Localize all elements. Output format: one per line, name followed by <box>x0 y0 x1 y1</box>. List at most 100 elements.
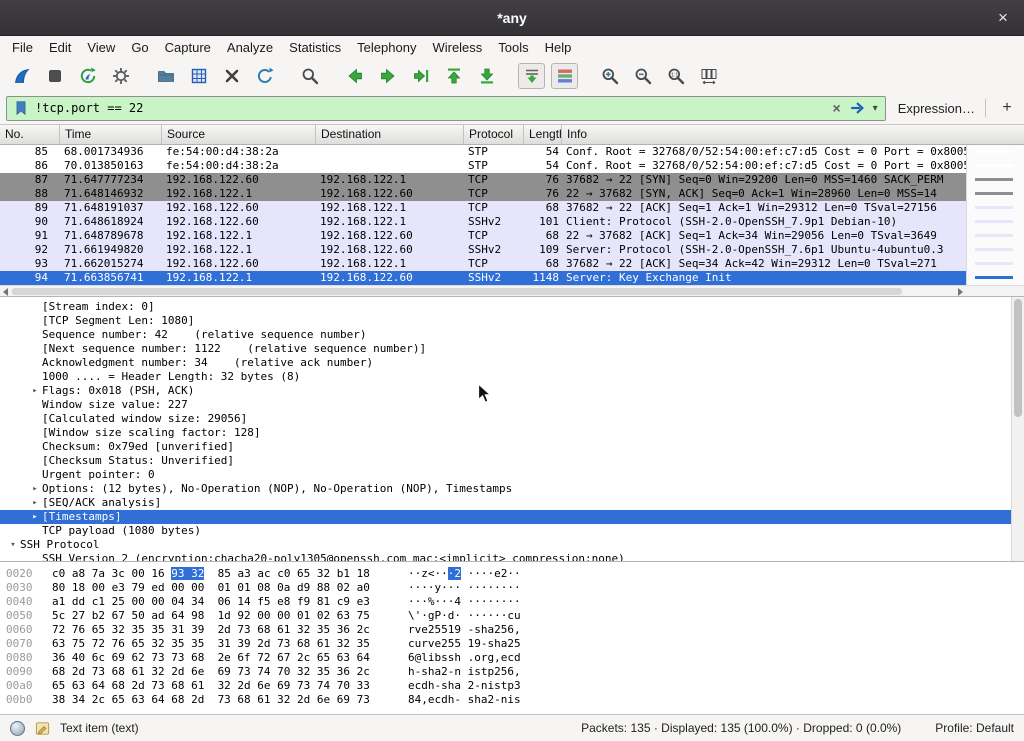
detail-line[interactable]: [Calculated window size: 29056] <box>0 412 1024 426</box>
menu-wireless[interactable]: Wireless <box>424 37 490 58</box>
detail-line[interactable]: SSH Version 2 (encryption:chacha20-poly1… <box>0 552 1024 561</box>
detail-line[interactable]: [Next sequence number: 1122 (relative se… <box>0 342 1024 356</box>
column-header-no[interactable]: No. <box>0 125 60 144</box>
reload-file-button[interactable] <box>251 63 278 89</box>
detail-line[interactable]: ▾SSH Protocol <box>0 538 1024 552</box>
hex-row-0090[interactable]: 009068 2d 73 68 61 32 2d 6e 69 73 74 70 … <box>6 665 1024 679</box>
stop-capture-button[interactable] <box>41 63 68 89</box>
packet-row-91[interactable]: 9171.648789678192.168.122.1192.168.122.6… <box>0 229 966 243</box>
menu-help[interactable]: Help <box>537 37 580 58</box>
packet-row-89[interactable]: 8971.648191037192.168.122.60192.168.122.… <box>0 201 966 215</box>
hscroll-thumb[interactable] <box>12 288 902 295</box>
hex-row-0080[interactable]: 008036 40 6c 69 62 73 73 68 2e 6f 72 67 … <box>6 651 1024 665</box>
packet-row-90[interactable]: 9071.648618924192.168.122.60192.168.122.… <box>0 215 966 229</box>
filter-input[interactable] <box>35 101 825 115</box>
go-to-top-button[interactable] <box>440 63 467 89</box>
detail-scroll-thumb[interactable] <box>1014 299 1022 417</box>
menu-analyze[interactable]: Analyze <box>219 37 281 58</box>
hex-row-00a0[interactable]: 00a065 63 64 68 2d 73 68 61 32 2d 6e 69 … <box>6 679 1024 693</box>
packet-row-94[interactable]: 9471.663856741192.168.122.1192.168.122.6… <box>0 271 966 285</box>
column-header-source[interactable]: Source <box>162 125 316 144</box>
hex-row-0070[interactable]: 007063 75 72 76 65 32 35 35 31 39 2d 73 … <box>6 637 1024 651</box>
detail-line[interactable]: Window size value: 227 <box>0 398 1024 412</box>
packet-row-86[interactable]: 8670.013850163fe:54:00:d4:38:2aSTP54Conf… <box>0 159 966 173</box>
display-filter-field[interactable]: × ▾ <box>6 96 886 121</box>
go-forward-button[interactable] <box>374 63 401 89</box>
detail-line[interactable]: TCP payload (1080 bytes) <box>0 524 1024 538</box>
hscroll-right-icon[interactable] <box>958 288 963 296</box>
detail-line[interactable]: 1000 .... = Header Length: 32 bytes (8) <box>0 370 1024 384</box>
detail-line[interactable]: ▸[SEQ/ACK analysis] <box>0 496 1024 510</box>
find-packet-button[interactable] <box>296 63 323 89</box>
detail-line[interactable]: Acknowledgment number: 34 (relative ack … <box>0 356 1024 370</box>
packet-row-92[interactable]: 9271.661949820192.168.122.1192.168.122.6… <box>0 243 966 257</box>
save-file-button[interactable] <box>185 63 212 89</box>
auto-scroll-button[interactable] <box>518 63 545 89</box>
add-filter-button[interactable]: + <box>996 97 1018 119</box>
detail-line[interactable]: [TCP Segment Len: 1080] <box>0 314 1024 328</box>
menu-statistics[interactable]: Statistics <box>281 37 349 58</box>
hex-row-00b0[interactable]: 00b038 34 2c 65 63 64 68 2d 73 68 61 32 … <box>6 693 1024 707</box>
column-header-length[interactable]: Length <box>524 125 562 144</box>
packet-row-85[interactable]: 8568.001734936fe:54:00:d4:38:2aSTP54Conf… <box>0 145 966 159</box>
zoom-out-button[interactable] <box>629 63 656 89</box>
detail-line[interactable]: [Stream index: 0] <box>0 300 1024 314</box>
open-file-button[interactable] <box>152 63 179 89</box>
detail-line[interactable]: ▸Flags: 0x018 (PSH, ACK) <box>0 384 1024 398</box>
go-back-button[interactable] <box>341 63 368 89</box>
filter-dropdown-icon[interactable]: ▾ <box>871 103 880 114</box>
go-to-bottom-button[interactable] <box>473 63 500 89</box>
packet-row-87[interactable]: 8771.647777234192.168.122.60192.168.122.… <box>0 173 966 187</box>
packet-row-93[interactable]: 9371.662015274192.168.122.60192.168.122.… <box>0 257 966 271</box>
column-header-protocol[interactable]: Protocol <box>464 125 524 144</box>
menu-file[interactable]: File <box>4 37 41 58</box>
restart-capture-button[interactable] <box>74 63 101 89</box>
detail-line[interactable]: [Window size scaling factor: 128] <box>0 426 1024 440</box>
collapse-icon[interactable]: ▾ <box>6 538 20 552</box>
filter-clear-icon[interactable]: × <box>830 100 842 116</box>
go-to-packet-button[interactable] <box>407 63 434 89</box>
close-file-button[interactable] <box>218 63 245 89</box>
detail-line[interactable]: Sequence number: 42 (relative sequence n… <box>0 328 1024 342</box>
expression-button[interactable]: Expression… <box>898 101 975 116</box>
start-capture-button[interactable] <box>8 63 35 89</box>
expand-icon[interactable]: ▸ <box>28 496 42 510</box>
expand-icon[interactable]: ▸ <box>28 482 42 496</box>
menu-telephony[interactable]: Telephony <box>349 37 424 58</box>
expand-icon[interactable]: ▸ <box>28 384 42 398</box>
profile-label[interactable]: Profile: Default <box>935 721 1014 735</box>
expert-info-icon[interactable] <box>10 721 25 736</box>
packet-scrollbar[interactable] <box>966 145 1024 285</box>
column-header-time[interactable]: Time <box>60 125 162 144</box>
hex-row-0050[interactable]: 00505c 27 b2 67 50 ad 64 98 1d 92 00 00 … <box>6 609 1024 623</box>
menu-view[interactable]: View <box>79 37 123 58</box>
close-window-button[interactable]: × <box>992 7 1014 29</box>
column-header-info[interactable]: Info <box>562 125 1024 144</box>
detail-line[interactable]: ▸Options: (12 bytes), No-Operation (NOP)… <box>0 482 1024 496</box>
resize-columns-button[interactable] <box>695 63 722 89</box>
zoom-100-button[interactable]: 1:1 <box>662 63 689 89</box>
detail-line[interactable]: [Checksum Status: Unverified] <box>0 454 1024 468</box>
colorize-packets-button[interactable] <box>551 63 578 89</box>
hex-row-0060[interactable]: 006072 76 65 32 35 35 31 39 2d 73 68 61 … <box>6 623 1024 637</box>
hex-row-0030[interactable]: 003080 18 00 e3 79 ed 00 00 01 01 08 0a … <box>6 581 1024 595</box>
hscroll-left-icon[interactable] <box>3 288 8 296</box>
detail-line[interactable]: Checksum: 0x79ed [unverified] <box>0 440 1024 454</box>
expand-icon[interactable]: ▸ <box>28 510 42 524</box>
zoom-in-button[interactable] <box>596 63 623 89</box>
filter-apply-icon[interactable] <box>848 99 866 117</box>
packet-row-88[interactable]: 8871.648146932192.168.122.1192.168.122.6… <box>0 187 966 201</box>
column-header-destination[interactable]: Destination <box>316 125 464 144</box>
detail-line[interactable]: ▸[Timestamps] <box>0 510 1024 524</box>
hex-row-0040[interactable]: 0040a1 dd c1 25 00 00 04 34 06 14 f5 e8 … <box>6 595 1024 609</box>
menu-tools[interactable]: Tools <box>490 37 536 58</box>
menu-go[interactable]: Go <box>123 37 156 58</box>
menu-edit[interactable]: Edit <box>41 37 79 58</box>
detail-scrollbar[interactable] <box>1011 297 1024 561</box>
detail-line[interactable]: Urgent pointer: 0 <box>0 468 1024 482</box>
menu-capture[interactable]: Capture <box>157 37 219 58</box>
filter-bookmark-icon[interactable] <box>12 99 30 117</box>
capture-options-button[interactable] <box>107 63 134 89</box>
capture-comment-icon[interactable] <box>34 720 51 737</box>
hex-row-0020[interactable]: 0020c0 a8 7a 3c 00 16 93 32 85 a3 ac c0 … <box>6 567 1024 581</box>
